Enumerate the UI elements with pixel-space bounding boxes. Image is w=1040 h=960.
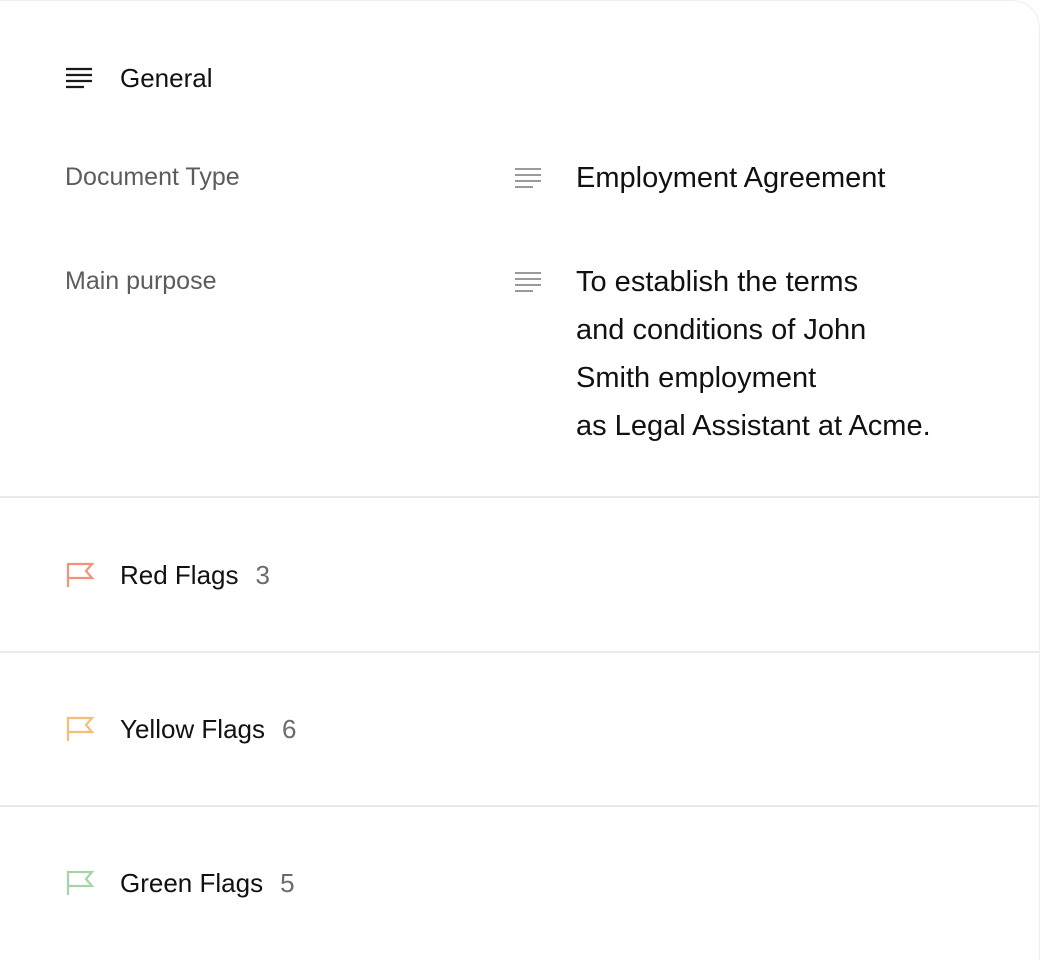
align-left-icon <box>514 270 542 294</box>
flag-count: 3 <box>255 560 270 590</box>
general-section: General Document Type Employment Agreeme… <box>0 1 1039 497</box>
red-flags-row[interactable]: Red Flags 3 <box>0 498 1039 648</box>
flag-label: Red Flags <box>120 560 239 590</box>
red-flag-icon <box>65 561 95 589</box>
section-title: General <box>120 63 213 93</box>
value-line: Employment Agreement <box>576 162 886 194</box>
yellow-flag-icon <box>65 715 95 743</box>
main-purpose-value: To establish the terms and conditions of… <box>576 258 931 450</box>
flag-label: Yellow Flags <box>120 714 266 744</box>
value-line: as Legal Assistant at Acme. <box>576 410 931 442</box>
document-type-label: Document Type <box>65 163 240 191</box>
flag-count: 5 <box>280 868 295 898</box>
align-left-icon <box>65 66 93 90</box>
document-summary-card: General Document Type Employment Agreeme… <box>0 0 1040 960</box>
flag-label: Green Flags <box>120 868 264 898</box>
align-left-icon <box>514 166 542 190</box>
value-line: and conditions of John <box>576 314 867 346</box>
yellow-flags-row[interactable]: Yellow Flags 6 <box>0 653 1039 803</box>
green-flags-row[interactable]: Green Flags 5 <box>0 807 1039 957</box>
document-type-value: Employment Agreement <box>576 154 885 202</box>
main-purpose-label: Main purpose <box>65 267 217 295</box>
flag-count: 6 <box>282 714 297 744</box>
general-section-header[interactable]: General <box>65 59 213 97</box>
green-flag-icon <box>65 869 95 897</box>
value-line: To establish the terms <box>576 266 859 298</box>
value-line: Smith employment <box>576 362 817 394</box>
